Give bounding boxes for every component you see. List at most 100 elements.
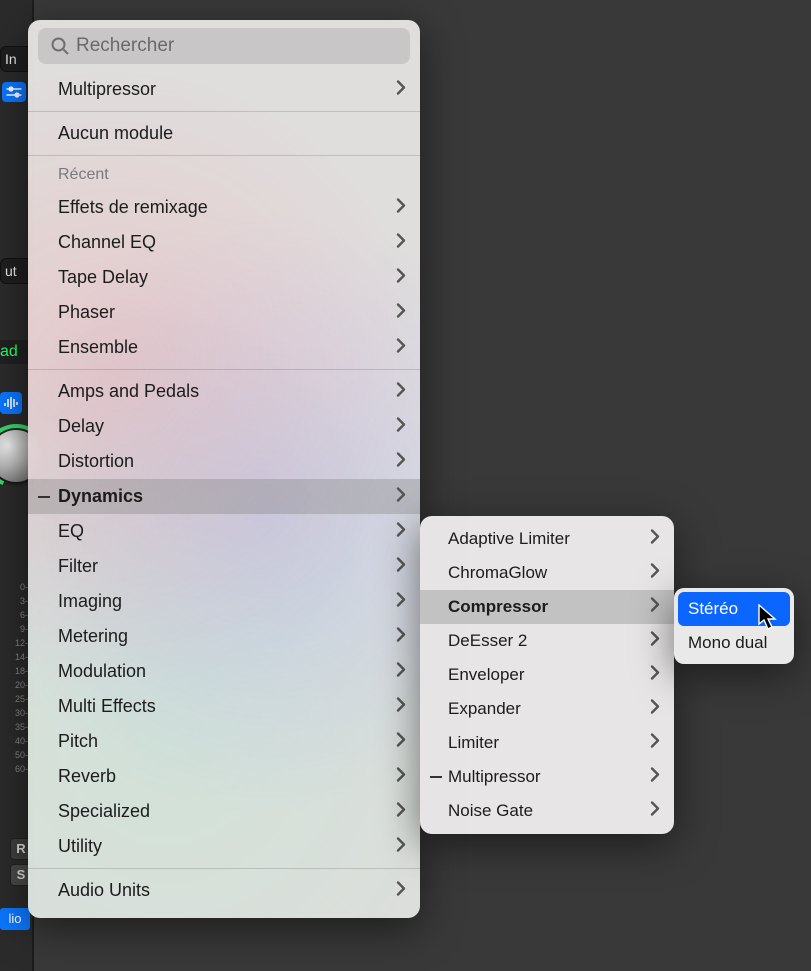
menu-item-filter[interactable]: Filter (28, 549, 420, 584)
submenu-dynamics[interactable]: Adaptive LimiterChromaGlowCompressor DeEs… (420, 516, 674, 834)
meter-tick: 30- (0, 706, 28, 720)
menu-item-label: Delay (58, 416, 104, 437)
menu-item-label: Metering (58, 626, 128, 647)
submenu2-item-mono-dual[interactable]: Mono dual (674, 626, 794, 660)
menu-item-label: Audio Units (58, 880, 150, 901)
chevron-right-icon (650, 597, 660, 618)
eq-slot-icon[interactable] (2, 82, 26, 102)
meter-tick: 0- (0, 580, 28, 594)
menu-item-multi-effects[interactable]: Multi Effects (28, 689, 420, 724)
menu-separator (28, 111, 420, 112)
chevron-right-icon (396, 836, 406, 857)
submenu-item-deesser-2[interactable]: DeEsser 2 (420, 624, 674, 658)
menu-item-modulation[interactable]: Modulation (28, 654, 420, 689)
menu-item-distortion[interactable]: Distortion (28, 444, 420, 479)
chevron-right-icon (650, 529, 660, 550)
menu-item-label: Enveloper (448, 665, 525, 685)
chevron-right-icon (650, 563, 660, 584)
meter-scale: 0-3-6-9-12-14-18-20-25-30-35-40-50-60- (0, 580, 30, 776)
plugin-menu[interactable]: Multipressor Aucun module Récent Effets … (28, 20, 420, 918)
menu-item-label: Modulation (58, 661, 146, 682)
meter-tick: 40- (0, 734, 28, 748)
menu-item-label: DeEsser 2 (448, 631, 527, 651)
menu-item-specialized[interactable]: Specialized (28, 794, 420, 829)
meter-tick: 35- (0, 720, 28, 734)
menu-item-label: Multi Effects (58, 696, 156, 717)
menu-item-utility[interactable]: Utility (28, 829, 420, 864)
menu-item-channel-eq[interactable]: Channel EQ (28, 225, 420, 260)
menu-item-phaser[interactable]: Phaser (28, 295, 420, 330)
submenu-item-noise-gate[interactable]: Noise Gate (420, 794, 674, 828)
meter-tick: 50- (0, 748, 28, 762)
menu-item-label: Tape Delay (58, 267, 148, 288)
menu-item-audio-units[interactable]: Audio Units (28, 873, 420, 908)
menu-item-label: Mono dual (688, 633, 767, 653)
chevron-right-icon (396, 267, 406, 288)
io-label[interactable]: lio (0, 908, 30, 930)
chevron-right-icon (396, 232, 406, 253)
meter-tick: 12- (0, 636, 28, 650)
chevron-right-icon (396, 661, 406, 682)
chevron-right-icon (396, 880, 406, 901)
chevron-right-icon (396, 556, 406, 577)
active-indicator (430, 776, 442, 778)
chevron-right-icon (650, 631, 660, 652)
chevron-right-icon (396, 337, 406, 358)
menu-item-label: Expander (448, 699, 521, 719)
chevron-right-icon (396, 197, 406, 218)
submenu-item-enveloper[interactable]: Enveloper (420, 658, 674, 692)
track-icon[interactable] (0, 392, 22, 414)
search-input[interactable] (38, 28, 410, 64)
chevron-right-icon (396, 451, 406, 472)
menu-item-ensemble[interactable]: Ensemble (28, 330, 420, 365)
chevron-right-icon (396, 801, 406, 822)
chevron-right-icon (396, 521, 406, 542)
submenu-item-chromaglow[interactable]: ChromaGlow (420, 556, 674, 590)
chevron-right-icon (396, 766, 406, 787)
search-icon (50, 36, 70, 56)
chevron-right-icon (396, 381, 406, 402)
meter-tick: 20- (0, 678, 28, 692)
menu-item-effets-de-remixage[interactable]: Effets de remixage (28, 190, 420, 225)
menu-item-label: Reverb (58, 766, 116, 787)
chevron-right-icon (650, 733, 660, 754)
chevron-right-icon (650, 767, 660, 788)
menu-item-delay[interactable]: Delay (28, 409, 420, 444)
menu-item-label: Aucun module (58, 123, 173, 144)
menu-item-dynamics[interactable]: Dynamics (28, 479, 420, 514)
menu-separator (28, 868, 420, 869)
chevron-right-icon (396, 626, 406, 647)
meter-tick: 14- (0, 650, 28, 664)
meter-tick: 25- (0, 692, 28, 706)
menu-item-label: Channel EQ (58, 232, 156, 253)
menu-item-pitch[interactable]: Pitch (28, 724, 420, 759)
menu-item-tape-delay[interactable]: Tape Delay (28, 260, 420, 295)
chevron-right-icon (396, 591, 406, 612)
submenu-compressor[interactable]: Stéréo Mono dual (674, 588, 794, 664)
menu-item-label: Filter (58, 556, 98, 577)
menu-item-label: Stéréo (688, 599, 738, 619)
meter-tick: 6- (0, 608, 28, 622)
chevron-right-icon (396, 696, 406, 717)
read-mode-label[interactable]: ad (0, 340, 28, 364)
submenu-item-limiter[interactable]: Limiter (420, 726, 674, 760)
menu-item-imaging[interactable]: Imaging (28, 584, 420, 619)
meter-tick: 60- (0, 762, 28, 776)
menu-item-metering[interactable]: Metering (28, 619, 420, 654)
menu-item-eq[interactable]: EQ (28, 514, 420, 549)
menu-item-none[interactable]: Aucun module (28, 116, 420, 151)
submenu-item-expander[interactable]: Expander (420, 692, 674, 726)
menu-item-label: Amps and Pedals (58, 381, 199, 402)
menu-item-multipressor[interactable]: Multipressor (28, 72, 420, 107)
meter-tick: 3- (0, 594, 28, 608)
submenu-item-adaptive-limiter[interactable]: Adaptive Limiter (420, 522, 674, 556)
menu-item-reverb[interactable]: Reverb (28, 759, 420, 794)
menu-item-label: Dynamics (58, 486, 143, 507)
submenu-item-compressor[interactable]: Compressor (420, 590, 674, 624)
submenu2-item-st-r-o[interactable]: Stéréo (678, 592, 790, 626)
menu-separator (28, 369, 420, 370)
submenu-item-multipressor[interactable]: Multipressor (420, 760, 674, 794)
chevron-right-icon (650, 699, 660, 720)
menu-item-amps-and-pedals[interactable]: Amps and Pedals (28, 374, 420, 409)
chevron-right-icon (650, 801, 660, 822)
